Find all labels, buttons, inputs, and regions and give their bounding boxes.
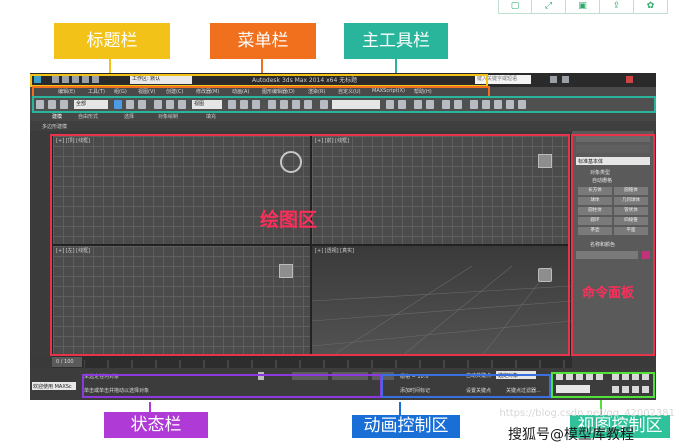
main-toolbar-outline <box>32 96 656 113</box>
callout-status-bar: 状态栏 <box>104 412 208 438</box>
star-icon[interactable] <box>562 76 569 83</box>
time-slider-label: 0 / 100 <box>56 359 74 365</box>
polygon-modeling-label[interactable]: 多边形建模 <box>42 123 67 130</box>
nav-control-outline <box>551 372 655 398</box>
close-icon[interactable] <box>626 76 633 83</box>
tab-freeform[interactable]: 自由形式 <box>78 113 98 120</box>
sub-ribbon: 多边形建模 <box>30 121 656 131</box>
tab-selection[interactable]: 选择 <box>124 113 134 120</box>
watermark: https://blog.csdn.net/qq_42002381 <box>499 408 675 419</box>
command-panel-label: 命令面板 <box>582 286 635 301</box>
timeline[interactable]: 0 / 100 <box>52 356 572 368</box>
drawing-area-outline <box>50 134 570 356</box>
status-bar-outline <box>82 374 382 398</box>
callout-anim-control: 动画控制区 <box>352 415 460 438</box>
tab-populate[interactable]: 填充 <box>206 113 216 120</box>
ribbon: 建模 自由形式 选择 对象绘制 填充 <box>30 112 656 121</box>
drawing-area-label: 绘图区 <box>260 209 318 231</box>
maxscript-listener[interactable]: 欢迎使用 MAXSc <box>32 382 76 390</box>
maxscript-label: 欢迎使用 MAXSc <box>33 384 72 390</box>
anim-control-outline <box>381 374 551 398</box>
command-panel-outline <box>571 134 655 356</box>
tab-object-paint[interactable]: 对象绘制 <box>158 113 178 120</box>
tab-modeling[interactable]: 建模 <box>52 113 62 120</box>
left-strip <box>30 131 52 356</box>
help-icon[interactable] <box>550 76 557 83</box>
bottom-overlay-text: 搜狐号@模型库教程 <box>508 427 634 443</box>
timeline-ticks <box>84 360 565 368</box>
